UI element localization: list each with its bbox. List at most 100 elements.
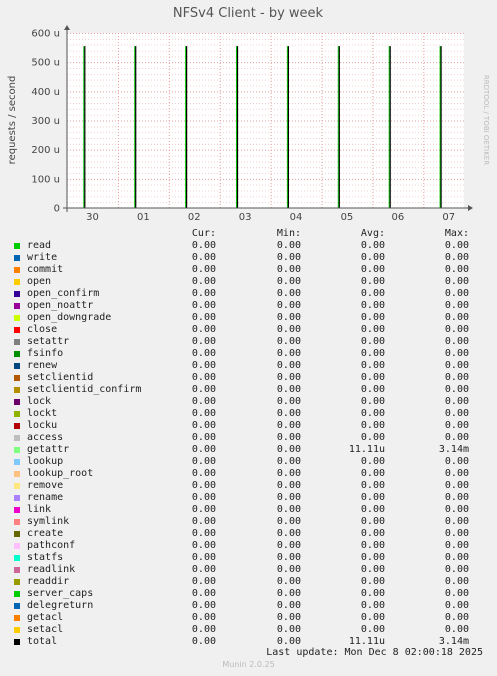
legend-max: 0.00 — [444, 480, 469, 491]
legend-name: total — [27, 636, 58, 647]
legend-swatch — [14, 327, 20, 333]
legend-swatch — [14, 291, 20, 297]
x-tick-label: 01 — [137, 212, 150, 223]
legend-max: 0.00 — [444, 396, 469, 407]
legend-cur: 0.00 — [191, 300, 216, 311]
legend-cur: 0.00 — [191, 312, 216, 323]
x-tick-label: 03 — [239, 212, 252, 223]
legend-row: open 0.00 0.00 0.00 0.00 — [0, 276, 497, 288]
legend-max: 0.00 — [444, 240, 469, 251]
legend-name: lookup_root — [27, 468, 94, 479]
y-axis-label: requests / second — [7, 76, 18, 165]
legend-max: 0.00 — [444, 264, 469, 275]
legend-row: commit 0.00 0.00 0.00 0.00 — [0, 264, 497, 276]
legend-swatch — [14, 411, 20, 417]
legend-avg: 0.00 — [360, 324, 385, 335]
x-tick-label: 05 — [341, 212, 354, 223]
legend-avg: 0.00 — [360, 264, 385, 275]
legend-min: 0.00 — [276, 288, 301, 299]
legend-cur: 0.00 — [191, 612, 216, 623]
legend-max: 0.00 — [444, 492, 469, 503]
legend-cur: 0.00 — [191, 528, 216, 539]
legend-swatch — [14, 507, 20, 513]
legend-name: create — [27, 528, 64, 539]
legend-swatch — [14, 471, 20, 477]
legend-cur: 0.00 — [191, 360, 216, 371]
x-ticks: 30 01 02 03 04 05 06 07 — [86, 212, 455, 223]
legend-max: 0.00 — [444, 456, 469, 467]
legend-name: delegreturn — [27, 600, 94, 611]
legend-avg: 0.00 — [360, 300, 385, 311]
legend-name: readlink — [27, 564, 76, 575]
header-cur: Cur: — [191, 228, 216, 239]
legend-row: delegreturn 0.00 0.00 0.00 0.00 — [0, 600, 497, 612]
legend-max: 0.00 — [444, 612, 469, 623]
legend-swatch — [14, 255, 20, 261]
legend-avg: 0.00 — [360, 252, 385, 263]
legend-min: 0.00 — [276, 420, 301, 431]
legend-min: 0.00 — [276, 348, 301, 359]
legend-min: 0.00 — [276, 528, 301, 539]
legend-row: open_downgrade 0.00 0.00 0.00 0.00 — [0, 312, 497, 324]
legend-name: commit — [27, 264, 64, 275]
legend-avg: 0.00 — [360, 576, 385, 587]
legend-max: 0.00 — [444, 504, 469, 515]
legend-avg: 0.00 — [360, 312, 385, 323]
legend-name: readdir — [27, 576, 70, 587]
legend-row: setattr 0.00 0.00 0.00 0.00 — [0, 336, 497, 348]
legend-name: read — [27, 240, 52, 251]
legend-row: statfs 0.00 0.00 0.00 0.00 — [0, 552, 497, 564]
legend-avg: 0.00 — [360, 492, 385, 503]
legend-cur: 0.00 — [191, 540, 216, 551]
legend-row: rename 0.00 0.00 0.00 0.00 — [0, 492, 497, 504]
x-axis-arrow — [468, 205, 473, 211]
legend-swatch — [14, 615, 20, 621]
legend-name: locku — [27, 420, 58, 431]
legend-row: locku 0.00 0.00 0.00 0.00 — [0, 420, 497, 432]
legend-name: lock — [27, 396, 52, 407]
legend-name: pathconf — [27, 540, 76, 551]
y-axis-arrow — [64, 25, 70, 30]
legend-name: rename — [27, 492, 64, 503]
legend-max: 3.14m — [438, 636, 469, 647]
legend-row: read 0.00 0.00 0.00 0.00 — [0, 240, 497, 252]
legend-cur: 0.00 — [191, 240, 216, 251]
legend-name: setacl — [27, 624, 64, 635]
legend-cur: 0.00 — [191, 504, 216, 515]
legend-swatch — [14, 531, 20, 537]
legend-min: 0.00 — [276, 636, 301, 647]
legend-row: access 0.00 0.00 0.00 0.00 — [0, 432, 497, 444]
legend-row: open_noattr 0.00 0.00 0.00 0.00 — [0, 300, 497, 312]
legend-name: setattr — [27, 336, 70, 347]
legend-avg: 0.00 — [360, 276, 385, 287]
legend-min: 0.00 — [276, 600, 301, 611]
legend-cur: 0.00 — [191, 552, 216, 563]
legend-max: 0.00 — [444, 564, 469, 575]
legend-cur: 0.00 — [191, 324, 216, 335]
legend-min: 0.00 — [276, 408, 301, 419]
legend-row: getacl 0.00 0.00 0.00 0.00 — [0, 612, 497, 624]
legend-cur: 0.00 — [191, 624, 216, 635]
legend-swatch — [14, 399, 20, 405]
legend-cur: 0.00 — [191, 420, 216, 431]
legend-cur: 0.00 — [191, 444, 216, 455]
y-tick-label: 200 u — [31, 145, 60, 156]
legend-min: 0.00 — [276, 444, 301, 455]
legend-row: setclientid 0.00 0.00 0.00 0.00 — [0, 372, 497, 384]
legend-name: open — [27, 276, 52, 287]
legend-row: readlink 0.00 0.00 0.00 0.00 — [0, 564, 497, 576]
legend-max: 0.00 — [444, 276, 469, 287]
legend-min: 0.00 — [276, 576, 301, 587]
legend-max: 0.00 — [444, 408, 469, 419]
legend-swatch — [14, 603, 20, 609]
legend-cur: 0.00 — [191, 252, 216, 263]
legend-row: lookup 0.00 0.00 0.00 0.00 — [0, 456, 497, 468]
legend-max: 0.00 — [444, 312, 469, 323]
legend-row: setclientid_confirm 0.00 0.00 0.00 0.00 — [0, 384, 497, 396]
legend-min: 0.00 — [276, 468, 301, 479]
legend-min: 0.00 — [276, 324, 301, 335]
legend-min: 0.00 — [276, 360, 301, 371]
legend-swatch — [14, 363, 20, 369]
watermark: RRDTOOL / TOBI OETIKER — [482, 75, 490, 165]
legend-row: write 0.00 0.00 0.00 0.00 — [0, 252, 497, 264]
